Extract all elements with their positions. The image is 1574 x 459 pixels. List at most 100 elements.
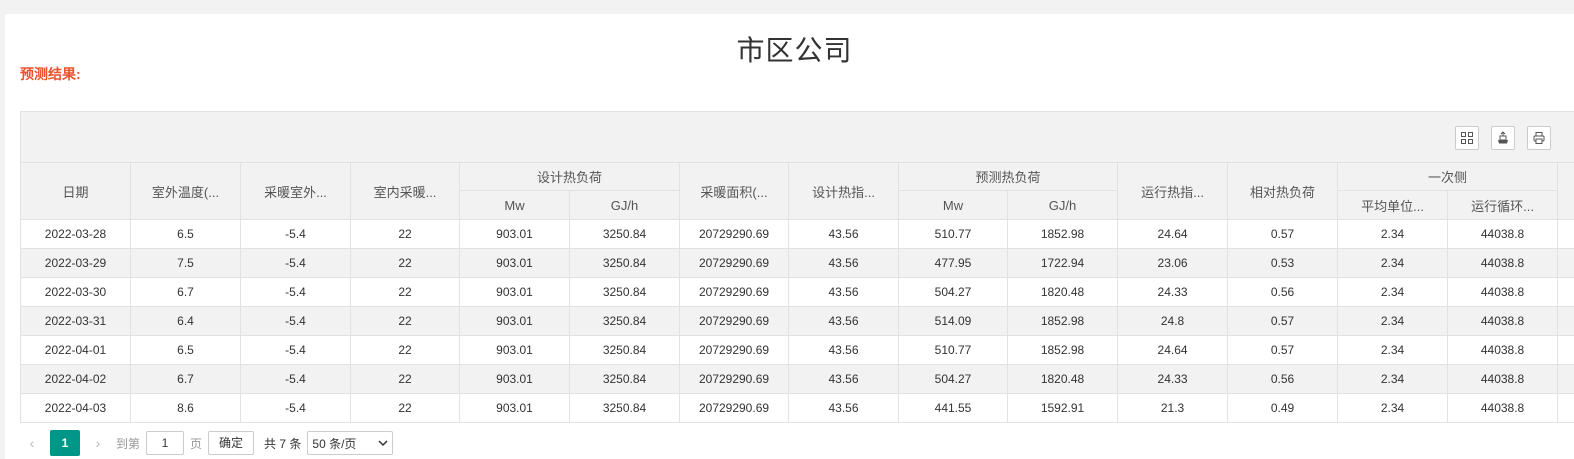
print-icon[interactable] xyxy=(1527,126,1551,150)
table-cell: 44038.8 xyxy=(1447,306,1559,336)
table-cell: 1820.48 xyxy=(1007,277,1119,307)
table-cell: 22 xyxy=(350,219,460,249)
header-outdoor-temp[interactable]: 室外温度(... xyxy=(130,162,241,220)
header-predicted-load-gj[interactable]: GJ/h xyxy=(1007,190,1119,220)
header-running-index[interactable]: 运行热指... xyxy=(1117,162,1229,220)
table-cell: 2.34 xyxy=(1337,248,1449,278)
table-cell: 3250.84 xyxy=(568,277,681,307)
table-cell: -5.4 xyxy=(240,277,351,307)
table-cell: 0.57 xyxy=(1227,306,1339,336)
next-page-icon[interactable]: › xyxy=(88,435,108,451)
table-cell: -5.4 xyxy=(240,219,351,249)
header-running-cycle[interactable]: 运行循环... xyxy=(1447,190,1559,220)
table-cell: 903.01 xyxy=(459,277,570,307)
prev-page-icon[interactable]: ‹ xyxy=(22,435,42,451)
table-row[interactable]: 2022-04-03 8.6 -5.4 22 903.01 3250.84 20729290… xyxy=(20,393,1574,423)
current-page-button[interactable]: 1 xyxy=(50,430,80,456)
table-cell: 24.33 xyxy=(1117,364,1229,394)
header-heating-area[interactable]: 采暖面积(... xyxy=(679,162,790,220)
header-indoor-heating[interactable]: 室内采暖... xyxy=(350,162,460,220)
result-heading: 预测结果: xyxy=(20,66,81,82)
table-cell: -5.4 xyxy=(240,393,351,423)
table-cell: 0.56 xyxy=(1227,277,1339,307)
table-cell: 514.09 xyxy=(898,306,1009,336)
table-row[interactable]: 2022-03-29 7.5 -5.4 22 903.01 3250.84 20729290… xyxy=(20,248,1574,278)
table-cell: 1722.94 xyxy=(1007,248,1119,278)
table-cell: 2.34 xyxy=(1337,393,1449,423)
table-cell: 903.01 xyxy=(459,335,570,365)
table-cell: 3250.84 xyxy=(568,364,681,394)
table-cell: 1592.91 xyxy=(1007,393,1119,423)
header-design-index[interactable]: 设计热指... xyxy=(788,162,900,220)
header-avg-unit[interactable]: 平均单位... xyxy=(1337,190,1449,220)
table-cell: 6.4 xyxy=(130,306,241,336)
table-cell: 3250.84 xyxy=(568,335,681,365)
table-cell: 24.64 xyxy=(1117,219,1229,249)
table-row[interactable]: 2022-03-30 6.7 -5.4 22 903.01 3250.84 20729290… xyxy=(20,277,1574,307)
table-cell: 903.01 xyxy=(459,219,570,249)
table-cell: 24.33 xyxy=(1117,277,1229,307)
table-cell: 22 xyxy=(350,364,460,394)
table-cell: 20729290.69 xyxy=(679,393,790,423)
table-cell: 903.01 xyxy=(459,364,570,394)
header-design-load-mw[interactable]: Mw xyxy=(459,190,570,220)
table-cell: 22 xyxy=(350,335,460,365)
table-cell: 0.57 xyxy=(1227,219,1339,249)
table-cell: 2.34 xyxy=(1337,335,1449,365)
header-heating-outdoor[interactable]: 采暖室外... xyxy=(240,162,351,220)
table-cell: -5.4 xyxy=(240,335,351,365)
table-cell: 43.56 xyxy=(788,248,900,278)
forecast-table: 日期 室外温度(... 采暖室外... 室内采暖... 设计热负荷 采暖面积(.… xyxy=(20,162,1574,423)
header-date[interactable]: 日期 xyxy=(20,162,131,220)
header-scroll-gutter xyxy=(1557,162,1574,220)
table-cell: 3250.84 xyxy=(568,306,681,336)
table-row[interactable]: 2022-04-02 6.7 -5.4 22 903.01 3250.84 20729290… xyxy=(20,364,1574,394)
table-cell: 20729290.69 xyxy=(679,364,790,394)
page-size-value: 50 条/页 xyxy=(312,436,357,451)
table-cell: 3250.84 xyxy=(568,248,681,278)
table-row[interactable]: 2022-03-28 6.5 -5.4 22 903.01 3250.84 20729290… xyxy=(20,219,1574,249)
table-cell: -5.4 xyxy=(240,306,351,336)
table-cell: 22 xyxy=(350,393,460,423)
table-cell: 22 xyxy=(350,306,460,336)
table-cell: 20729290.69 xyxy=(679,306,790,336)
confirm-button[interactable]: 确定 xyxy=(208,431,255,455)
page-size-select[interactable]: 50 条/页 xyxy=(307,431,394,455)
page-number-input[interactable] xyxy=(146,431,185,455)
table-cell: 2022-03-31 xyxy=(20,306,131,336)
page-title: 市区公司 xyxy=(736,35,853,66)
header-design-load-gj[interactable]: GJ/h xyxy=(568,190,681,220)
table-cell: 20729290.69 xyxy=(679,219,790,249)
table-row[interactable]: 2022-03-31 6.4 -5.4 22 903.01 3250.84 20729290… xyxy=(20,306,1574,336)
header-primary-side: 一次侧 xyxy=(1337,162,1559,191)
table-cell: 2.34 xyxy=(1337,277,1449,307)
header-predicted-load-mw[interactable]: Mw xyxy=(898,190,1009,220)
table-toolbar xyxy=(20,111,1574,162)
table-cell: 44038.8 xyxy=(1447,248,1559,278)
table-cell: 20729290.69 xyxy=(679,277,790,307)
table-cell: 21.3 xyxy=(1117,393,1229,423)
export-icon[interactable] xyxy=(1491,126,1515,150)
table-cell: 6.5 xyxy=(130,335,241,365)
table-cell: 7.5 xyxy=(130,248,241,278)
table-cell: -5.4 xyxy=(240,364,351,394)
table-cell: 0.57 xyxy=(1227,335,1339,365)
scroll-gutter-cell xyxy=(1557,277,1574,307)
table-cell: 43.56 xyxy=(788,364,900,394)
table-cell: 24.8 xyxy=(1117,306,1229,336)
table-cell: 43.56 xyxy=(788,335,900,365)
table-cell: 3250.84 xyxy=(568,393,681,423)
table-cell: 0.56 xyxy=(1227,364,1339,394)
scroll-gutter-cell xyxy=(1557,335,1574,365)
table-cell: 2022-03-29 xyxy=(20,248,131,278)
table-cell: 0.49 xyxy=(1227,393,1339,423)
columns-icon[interactable] xyxy=(1455,126,1479,150)
table-cell: 44038.8 xyxy=(1447,335,1559,365)
table-cell: 504.27 xyxy=(898,277,1009,307)
table-cell: 43.56 xyxy=(788,219,900,249)
header-relative-load[interactable]: 相对热负荷 xyxy=(1227,162,1339,220)
table-cell: 1852.98 xyxy=(1007,219,1119,249)
table-cell: 23.06 xyxy=(1117,248,1229,278)
table-cell: 0.53 xyxy=(1227,248,1339,278)
table-row[interactable]: 2022-04-01 6.5 -5.4 22 903.01 3250.84 20729290… xyxy=(20,335,1574,365)
